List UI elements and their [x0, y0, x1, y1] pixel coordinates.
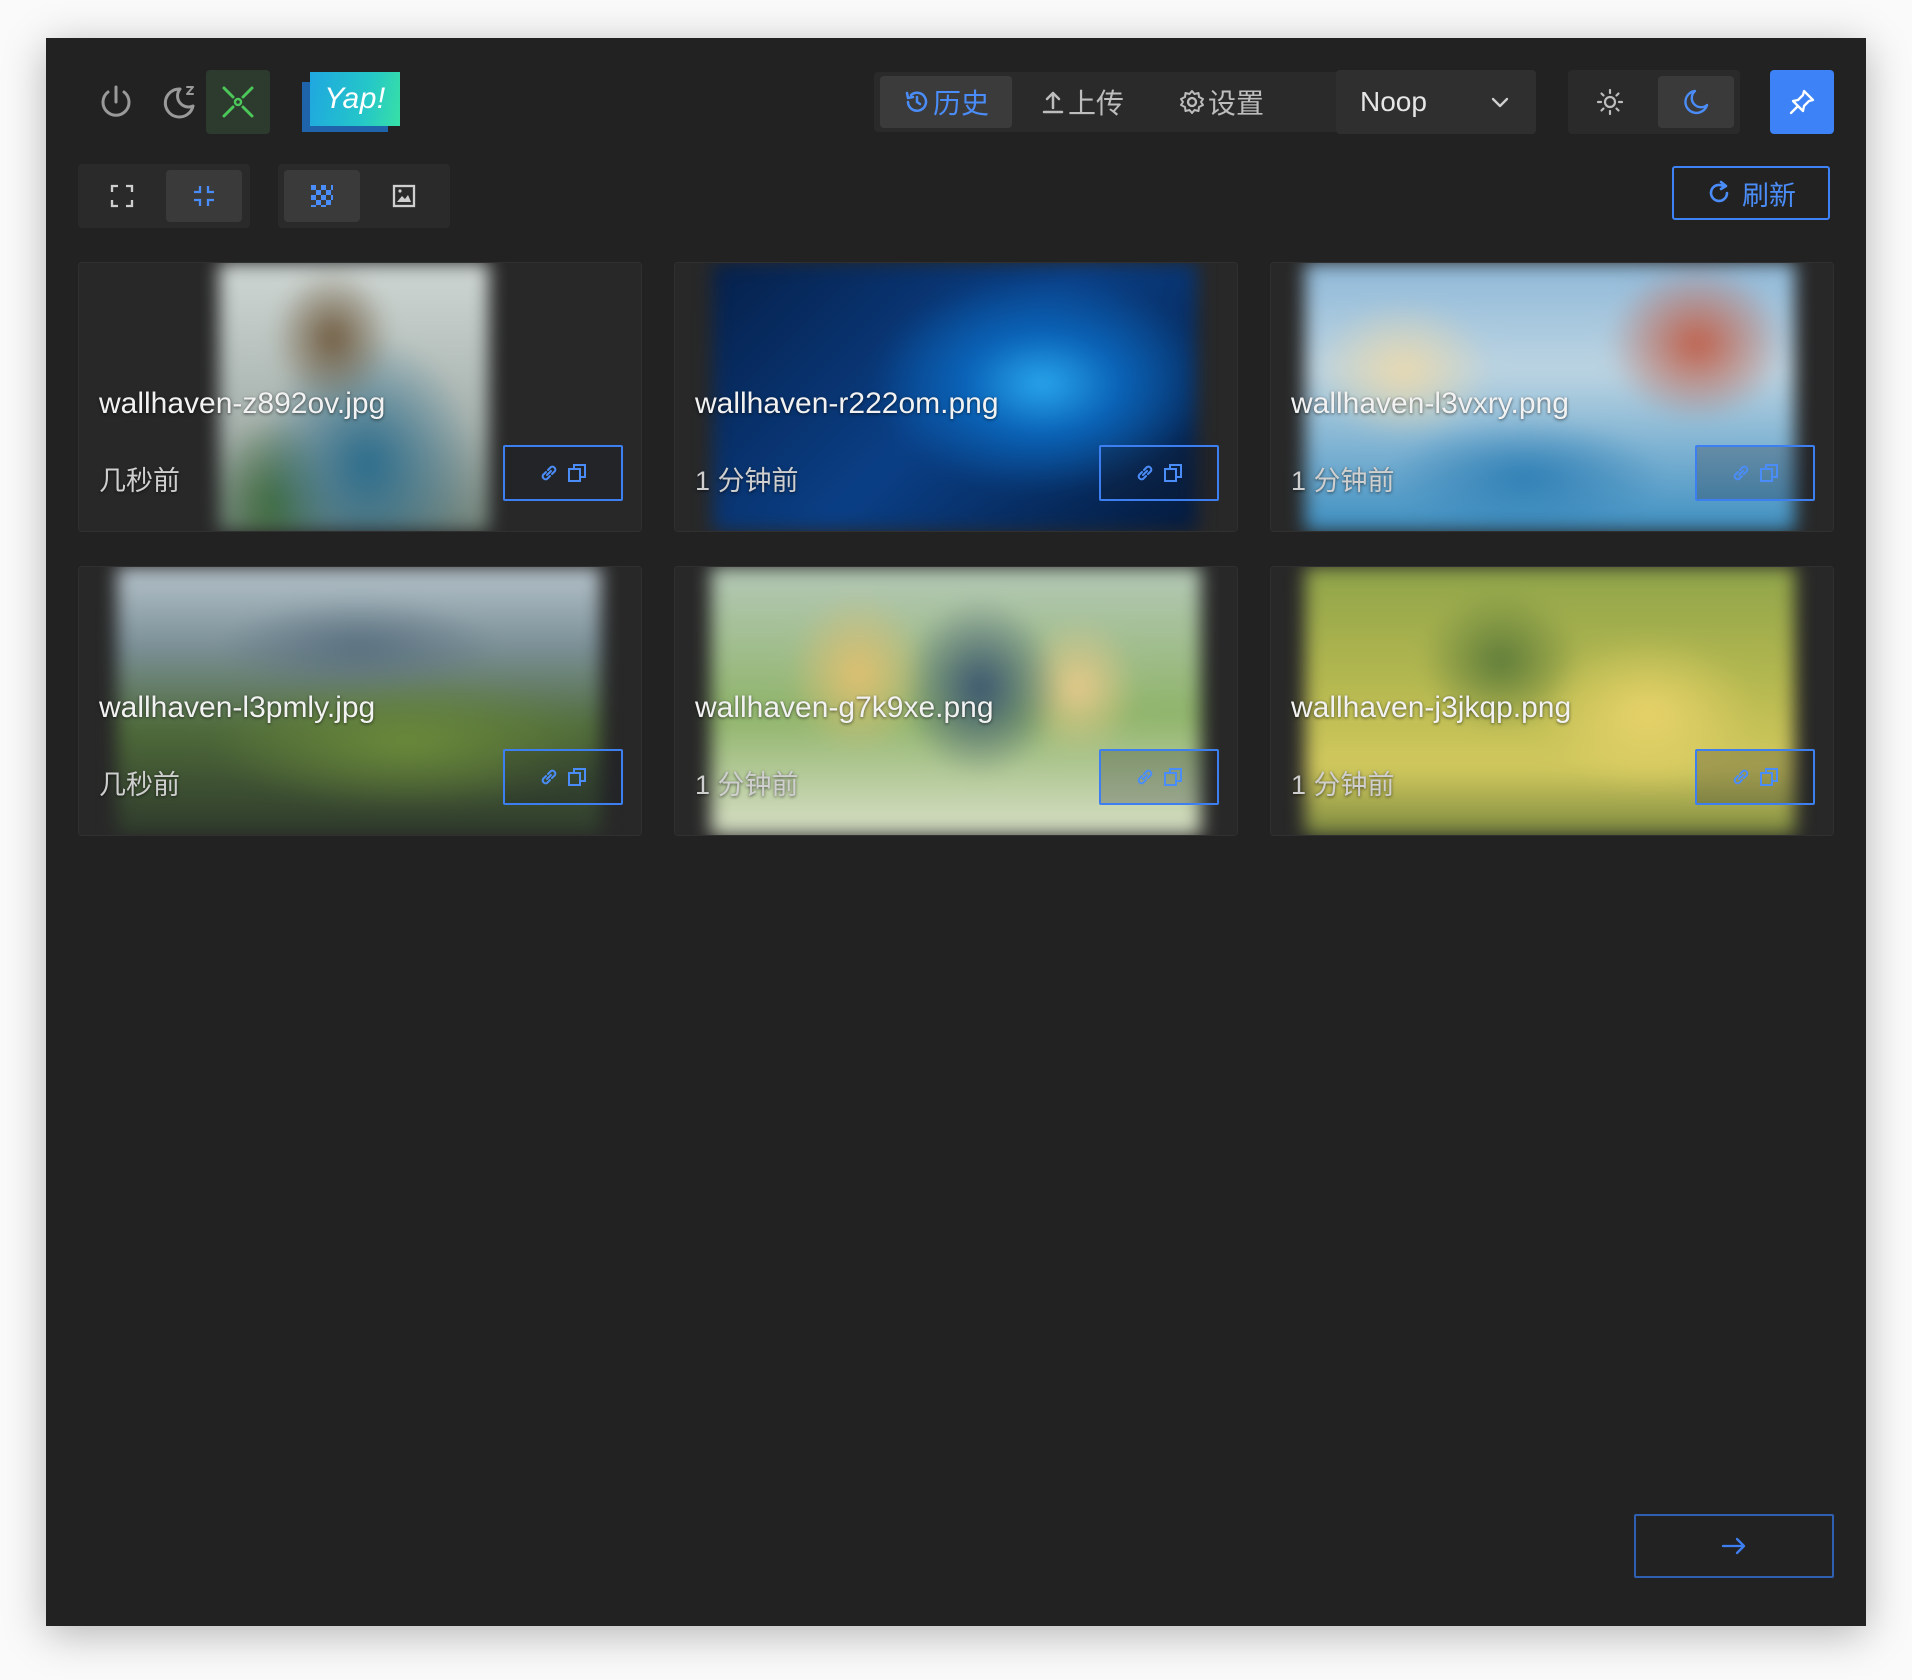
image-name: wallhaven-l3vxry.png — [1291, 387, 1569, 420]
dark-theme-button[interactable] — [1658, 76, 1734, 128]
sun-icon — [1596, 88, 1624, 116]
sleep-icon — [163, 86, 195, 119]
focus-icon — [222, 86, 254, 118]
upload-time: 1 分钟前 — [1291, 770, 1395, 800]
link-icon — [541, 769, 557, 785]
tab-settings[interactable]: 设置 — [1156, 76, 1286, 128]
image-name: wallhaven-r222om.png — [695, 387, 999, 420]
upload-time: 1 分钟前 — [695, 770, 799, 800]
copy-icon — [568, 768, 586, 786]
moon-icon — [1684, 89, 1709, 115]
gear-icon — [1179, 90, 1204, 114]
tab-upload-label: 上传 — [1067, 88, 1124, 119]
image-name: wallhaven-j3jkqp.png — [1291, 691, 1572, 724]
copy-icon — [1760, 464, 1778, 482]
link-icon — [541, 465, 557, 481]
tab-history-label: 历史 — [932, 88, 989, 119]
focus-mode-button[interactable] — [206, 70, 270, 134]
copy-link-button[interactable] — [503, 445, 623, 501]
app-window: Yap! 历史 上传 设置 Noop 刷新 wallhaven-z892ov.j… — [46, 38, 1866, 1626]
expand-icon — [110, 184, 134, 208]
history-icon — [905, 91, 928, 112]
copy-icon — [1164, 464, 1182, 482]
image-card[interactable]: wallhaven-r222om.png 1 分钟前 — [674, 262, 1238, 532]
image-card[interactable]: wallhaven-l3pmly.jpg 几秒前 — [78, 566, 642, 836]
link-icon — [1733, 465, 1749, 481]
theme-switch — [1568, 70, 1740, 134]
upload-time: 1 分钟前 — [1291, 466, 1395, 496]
upload-time: 几秒前 — [99, 466, 180, 496]
compress-view-button[interactable] — [166, 170, 242, 222]
copy-link-button[interactable] — [1099, 445, 1219, 501]
picture-mode-button[interactable] — [366, 170, 442, 222]
tab-upload[interactable]: 上传 — [1022, 76, 1142, 128]
expand-view-button[interactable] — [84, 170, 160, 222]
uploader-select-value: Noop — [1360, 86, 1427, 117]
upload-time: 几秒前 — [99, 770, 180, 800]
copy-icon — [1164, 768, 1182, 786]
copy-link-button[interactable] — [1099, 749, 1219, 805]
tab-settings-label: 设置 — [1207, 88, 1264, 119]
power-button[interactable] — [84, 70, 148, 134]
light-theme-button[interactable] — [1572, 76, 1648, 128]
copy-link-button[interactable] — [1695, 445, 1815, 501]
main-nav: 历史 上传 设置 — [874, 72, 1342, 132]
uploader-select[interactable]: Noop — [1336, 70, 1536, 134]
image-name: wallhaven-g7k9xe.png — [695, 691, 994, 724]
app-logo: Yap! — [302, 72, 400, 132]
link-icon — [1137, 769, 1153, 785]
upload-time: 1 分钟前 — [695, 466, 799, 496]
top-bar: Yap! 历史 上传 设置 Noop — [46, 38, 1866, 168]
chevron-down-icon — [1491, 97, 1509, 108]
image-name: wallhaven-l3pmly.jpg — [99, 691, 376, 724]
link-icon — [1733, 769, 1749, 785]
copy-link-button[interactable] — [1695, 749, 1815, 805]
copy-icon — [568, 464, 586, 482]
arrow-right-icon — [1721, 1537, 1746, 1555]
image-card[interactable]: wallhaven-l3vxry.png 1 分钟前 — [1270, 262, 1834, 532]
image-name: wallhaven-z892ov.jpg — [99, 387, 386, 420]
copy-icon — [1760, 768, 1778, 786]
display-mode-switch — [278, 164, 450, 228]
mosaic-mode-button[interactable] — [284, 170, 360, 222]
refresh-label: 刷新 — [1742, 180, 1796, 211]
link-icon — [1137, 465, 1153, 481]
image-card[interactable]: wallhaven-z892ov.jpg 几秒前 — [78, 262, 642, 532]
refresh-button[interactable]: 刷新 — [1672, 166, 1830, 220]
tab-history[interactable]: 历史 — [880, 76, 1012, 128]
next-page-button[interactable] — [1634, 1514, 1834, 1578]
power-icon — [101, 85, 131, 117]
copy-link-button[interactable] — [503, 749, 623, 805]
thumbnail-size-switch — [78, 164, 250, 228]
sleep-button[interactable] — [148, 70, 212, 134]
compress-icon — [194, 186, 214, 206]
picture-icon — [392, 184, 416, 208]
pin-icon — [1789, 89, 1815, 115]
upload-icon — [1042, 91, 1064, 114]
image-card[interactable]: wallhaven-j3jkqp.png 1 分钟前 — [1270, 566, 1834, 836]
logo-text: Yap! — [310, 72, 400, 126]
mosaic-icon — [311, 185, 333, 207]
pin-button[interactable] — [1770, 70, 1834, 134]
refresh-icon — [1709, 180, 1729, 203]
image-card[interactable]: wallhaven-g7k9xe.png 1 分钟前 — [674, 566, 1238, 836]
